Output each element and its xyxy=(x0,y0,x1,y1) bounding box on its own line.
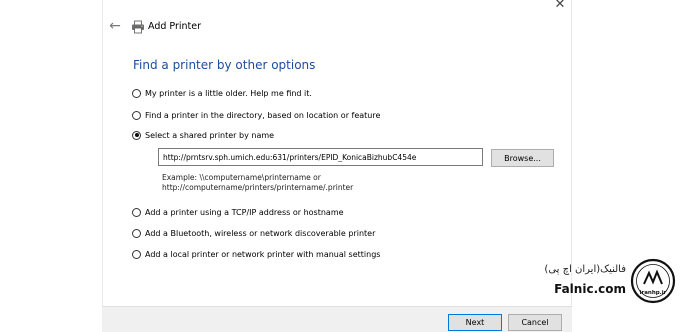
shared-printer-name-input[interactable] xyxy=(158,148,483,166)
option-tcpip-address[interactable]: Add a printer using a TCP/IP address or … xyxy=(132,205,344,219)
watermark-english-text: Falnic.com xyxy=(554,282,626,296)
option-shared-printer-by-name[interactable]: Select a shared printer by name xyxy=(132,128,274,142)
option-label: Select a shared printer by name xyxy=(145,130,275,140)
option-older-printer[interactable]: My printer is a little older. Help me fi… xyxy=(132,86,312,100)
back-arrow-icon[interactable]: ← xyxy=(107,18,123,34)
cancel-button[interactable]: Cancel xyxy=(508,314,562,331)
example-line-2: http://computername/printers/printername… xyxy=(162,183,354,192)
watermark-logo-icon: iranhp.ir xyxy=(630,258,676,304)
window-title: Add Printer xyxy=(148,21,202,32)
example-line-1: Example: \\computername\printername or xyxy=(162,173,321,182)
close-icon[interactable]: ✕ xyxy=(551,0,569,14)
option-label: Add a Bluetooth, wireless or network dis… xyxy=(145,228,376,238)
option-label: Add a local printer or network printer w… xyxy=(145,249,381,259)
option-local-manual[interactable]: Add a local printer or network printer w… xyxy=(132,247,380,261)
option-label: Find a printer in the directory, based o… xyxy=(145,110,381,120)
radio-button[interactable] xyxy=(132,88,141,98)
watermark-persian-text: فالنیک(ایران اچ پی) xyxy=(544,264,626,275)
radio-button[interactable] xyxy=(132,249,141,259)
page: ← Add Printer ✕ Find a printer by other … xyxy=(0,0,694,332)
option-find-in-directory[interactable]: Find a printer in the directory, based o… xyxy=(132,108,380,122)
page-heading: Find a printer by other options xyxy=(133,58,316,72)
radio-button-selected[interactable] xyxy=(132,130,141,140)
svg-text:iranhp.ir: iranhp.ir xyxy=(640,290,667,296)
radio-button[interactable] xyxy=(132,110,141,120)
option-label: Add a printer using a TCP/IP address or … xyxy=(145,207,344,217)
option-bluetooth-wireless[interactable]: Add a Bluetooth, wireless or network dis… xyxy=(132,226,375,240)
option-label: My printer is a little older. Help me fi… xyxy=(145,88,312,98)
next-button[interactable]: Next xyxy=(448,314,502,331)
printer-icon xyxy=(132,20,144,34)
radio-button[interactable] xyxy=(132,228,141,238)
browse-button[interactable]: Browse... xyxy=(491,149,554,167)
radio-button[interactable] xyxy=(132,207,141,217)
example-hint: Example: \\computername\printername or h… xyxy=(162,173,353,193)
